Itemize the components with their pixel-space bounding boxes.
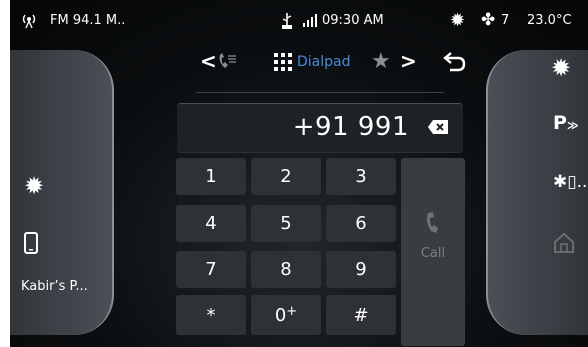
key-hash[interactable]: # [326, 295, 396, 335]
radio-station[interactable]: FM 94.1 M.. [50, 13, 125, 28]
key-7[interactable]: 7 [176, 251, 246, 288]
key-0-label: 0 [274, 304, 287, 326]
tab-dialpad[interactable]: Dialpad [297, 54, 351, 70]
key-3[interactable]: 3 [326, 158, 396, 195]
call-log-icon[interactable] [216, 52, 238, 76]
climate-settings-icon[interactable]: ✹ [551, 54, 571, 82]
phone-tab-bar: < Dialpad ★ > [198, 48, 430, 78]
clock: 09:30 AM [322, 13, 384, 28]
key-2[interactable]: 2 [251, 158, 321, 195]
fan-icon[interactable]: ✤ [481, 10, 495, 30]
key-9[interactable]: 9 [326, 251, 396, 288]
key-5[interactable]: 5 [251, 205, 321, 242]
connected-phone-name[interactable]: Kabir’s P... [21, 279, 88, 294]
number-display: +91 991 [177, 103, 463, 153]
radio-icon [20, 13, 38, 33]
key-0[interactable]: 0 + [251, 295, 321, 335]
key-0-plus: + [286, 303, 298, 319]
dialed-number: +91 991 [292, 112, 409, 142]
key-star[interactable]: * [176, 295, 246, 335]
key-8[interactable]: 8 [251, 251, 321, 288]
right-panel [486, 50, 588, 335]
signal-icon [302, 13, 318, 31]
call-icon [401, 212, 465, 240]
tab-divider [196, 92, 444, 93]
call-label: Call [420, 246, 446, 261]
key-1[interactable]: 1 [176, 158, 246, 195]
usb-icon [280, 13, 294, 33]
call-button[interactable]: Call [401, 158, 465, 346]
gear-icon[interactable]: ✹ [24, 172, 44, 200]
home-icon[interactable] [553, 232, 575, 260]
infotainment-screen: FM 94.1 M.. 09:30 AM ✹ ✤ 7 23.0°C ✹ Kabi… [10, 0, 588, 347]
star-icon[interactable]: ★ [371, 49, 391, 74]
bluetooth-icon[interactable]: ✱▯.. [553, 172, 587, 192]
prev-tab-icon[interactable]: < [200, 49, 217, 73]
status-bar: FM 94.1 M.. 09:30 AM ✹ ✤ 7 23.0°C [10, 0, 588, 42]
back-icon[interactable] [442, 52, 466, 78]
dialpad-grid-icon [274, 53, 292, 75]
parking-icon[interactable]: P≫ [553, 112, 578, 134]
temperature: 23.0°C [527, 13, 572, 28]
fan-level: 7 [501, 13, 510, 28]
next-tab-icon[interactable]: > [400, 49, 417, 73]
key-6[interactable]: 6 [326, 205, 396, 242]
climate-icon[interactable]: ✹ [450, 10, 465, 31]
key-4[interactable]: 4 [176, 205, 246, 242]
backspace-icon[interactable] [427, 119, 449, 139]
phone-icon[interactable] [24, 232, 38, 260]
